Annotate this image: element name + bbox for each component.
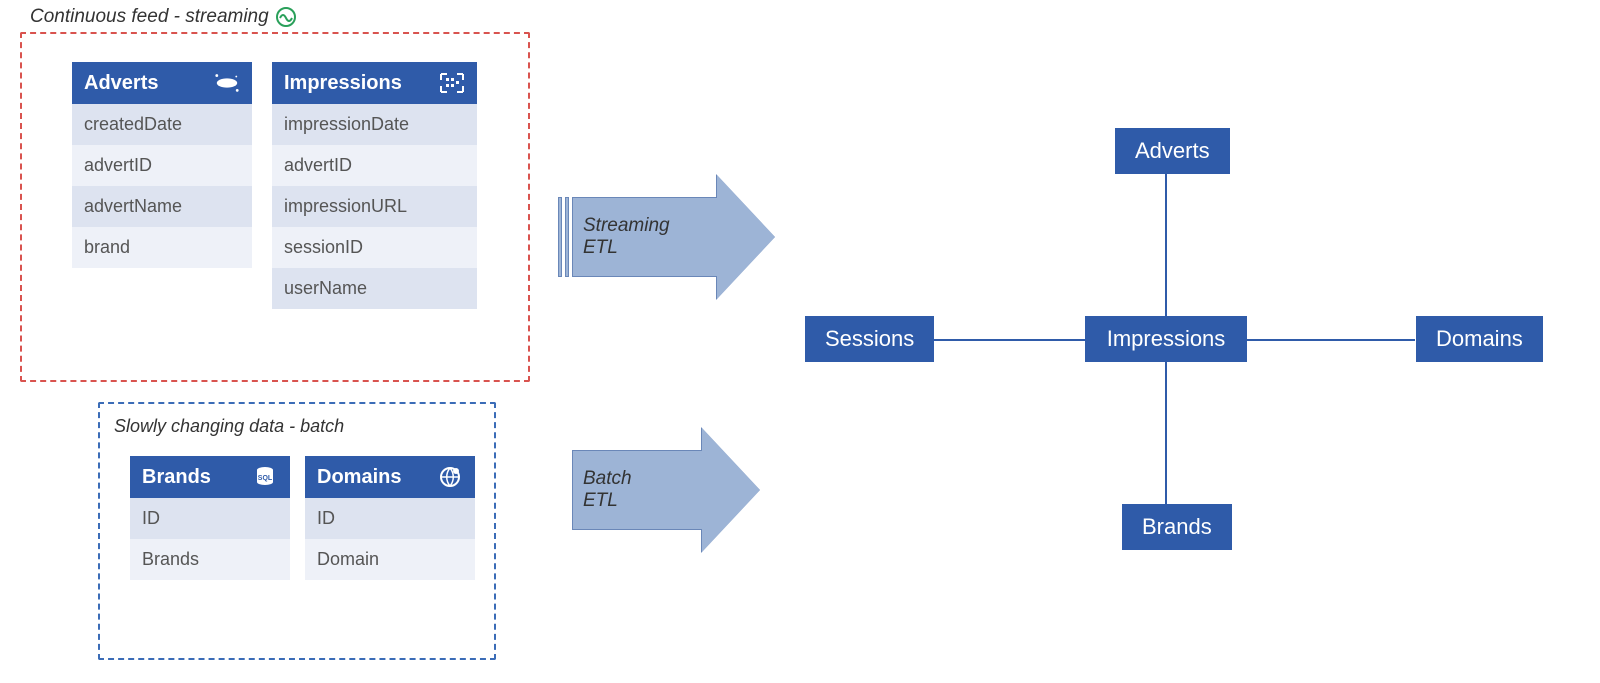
- arrow-head-icon: [702, 428, 760, 552]
- field: impressionDate: [272, 104, 477, 145]
- table-impressions-title: Impressions: [284, 72, 402, 95]
- star-right-node: Domains: [1416, 316, 1543, 362]
- star-bottom-label: Brands: [1142, 514, 1212, 539]
- streaming-label: Continuous feed - streaming: [30, 6, 297, 28]
- field: advertID: [272, 145, 477, 186]
- arrow-head-icon: [717, 175, 775, 299]
- table-adverts-title: Adverts: [84, 72, 158, 95]
- star-top-node: Adverts: [1115, 128, 1230, 174]
- streaming-etl-body: Streaming ETL: [572, 197, 717, 277]
- table-domains-title: Domains: [317, 466, 401, 489]
- streaming-source-group: Adverts createdDate advertID advertName …: [20, 32, 530, 382]
- field: Brands: [130, 539, 290, 580]
- star-right-label: Domains: [1436, 326, 1523, 351]
- cosmos-db-icon: [214, 70, 240, 96]
- field: impressionURL: [272, 186, 477, 227]
- streaming-etl-label-2: ETL: [583, 237, 717, 259]
- table-brands-header: Brands SQL: [130, 456, 290, 498]
- streaming-etl-arrow: Streaming ETL: [558, 175, 775, 299]
- batch-source-group: Slowly changing data - batch Brands SQL …: [98, 402, 496, 660]
- field: advertName: [72, 186, 252, 227]
- field: ID: [305, 498, 475, 539]
- table-adverts: Adverts createdDate advertID advertName …: [72, 62, 252, 268]
- batch-etl-body: Batch ETL: [572, 450, 702, 530]
- field: userName: [272, 268, 477, 309]
- batch-label: Slowly changing data - batch: [114, 416, 344, 437]
- star-line-top: [1165, 172, 1167, 316]
- table-brands-title: Brands: [142, 466, 211, 489]
- field: advertID: [72, 145, 252, 186]
- batch-etl-label-2: ETL: [583, 490, 702, 512]
- star-line-left: [915, 339, 1085, 341]
- table-domains-header: Domains: [305, 456, 475, 498]
- streaming-label-text: Continuous feed - streaming: [30, 6, 269, 28]
- star-left-node: Sessions: [805, 316, 934, 362]
- star-top-label: Adverts: [1135, 138, 1210, 163]
- batch-etl-arrow: Batch ETL: [572, 428, 760, 552]
- field: brand: [72, 227, 252, 268]
- field: sessionID: [272, 227, 477, 268]
- arrow-tail-bars: [558, 197, 569, 277]
- stream-analytics-icon: [275, 6, 297, 28]
- batch-etl-label-1: Batch: [583, 468, 702, 490]
- star-line-right: [1245, 339, 1415, 341]
- event-hub-icon: [439, 70, 465, 96]
- table-impressions: Impressions impressionDate advertID impr…: [272, 62, 477, 309]
- star-bottom-node: Brands: [1122, 504, 1232, 550]
- star-center-node: Impressions: [1085, 316, 1247, 362]
- batch-label-text: Slowly changing data - batch: [114, 416, 344, 437]
- star-center-label: Impressions: [1107, 326, 1226, 351]
- star-left-label: Sessions: [825, 326, 914, 351]
- globe-icon: [437, 464, 463, 490]
- table-domains: Domains ID Domain: [305, 456, 475, 580]
- table-brands: Brands SQL ID Brands: [130, 456, 290, 580]
- star-line-bottom: [1165, 362, 1167, 506]
- sql-db-icon: SQL: [252, 464, 278, 490]
- table-impressions-header: Impressions: [272, 62, 477, 104]
- field: Domain: [305, 539, 475, 580]
- field: createdDate: [72, 104, 252, 145]
- field: ID: [130, 498, 290, 539]
- svg-text:SQL: SQL: [258, 475, 273, 482]
- table-adverts-header: Adverts: [72, 62, 252, 104]
- streaming-etl-label-1: Streaming: [583, 215, 717, 237]
